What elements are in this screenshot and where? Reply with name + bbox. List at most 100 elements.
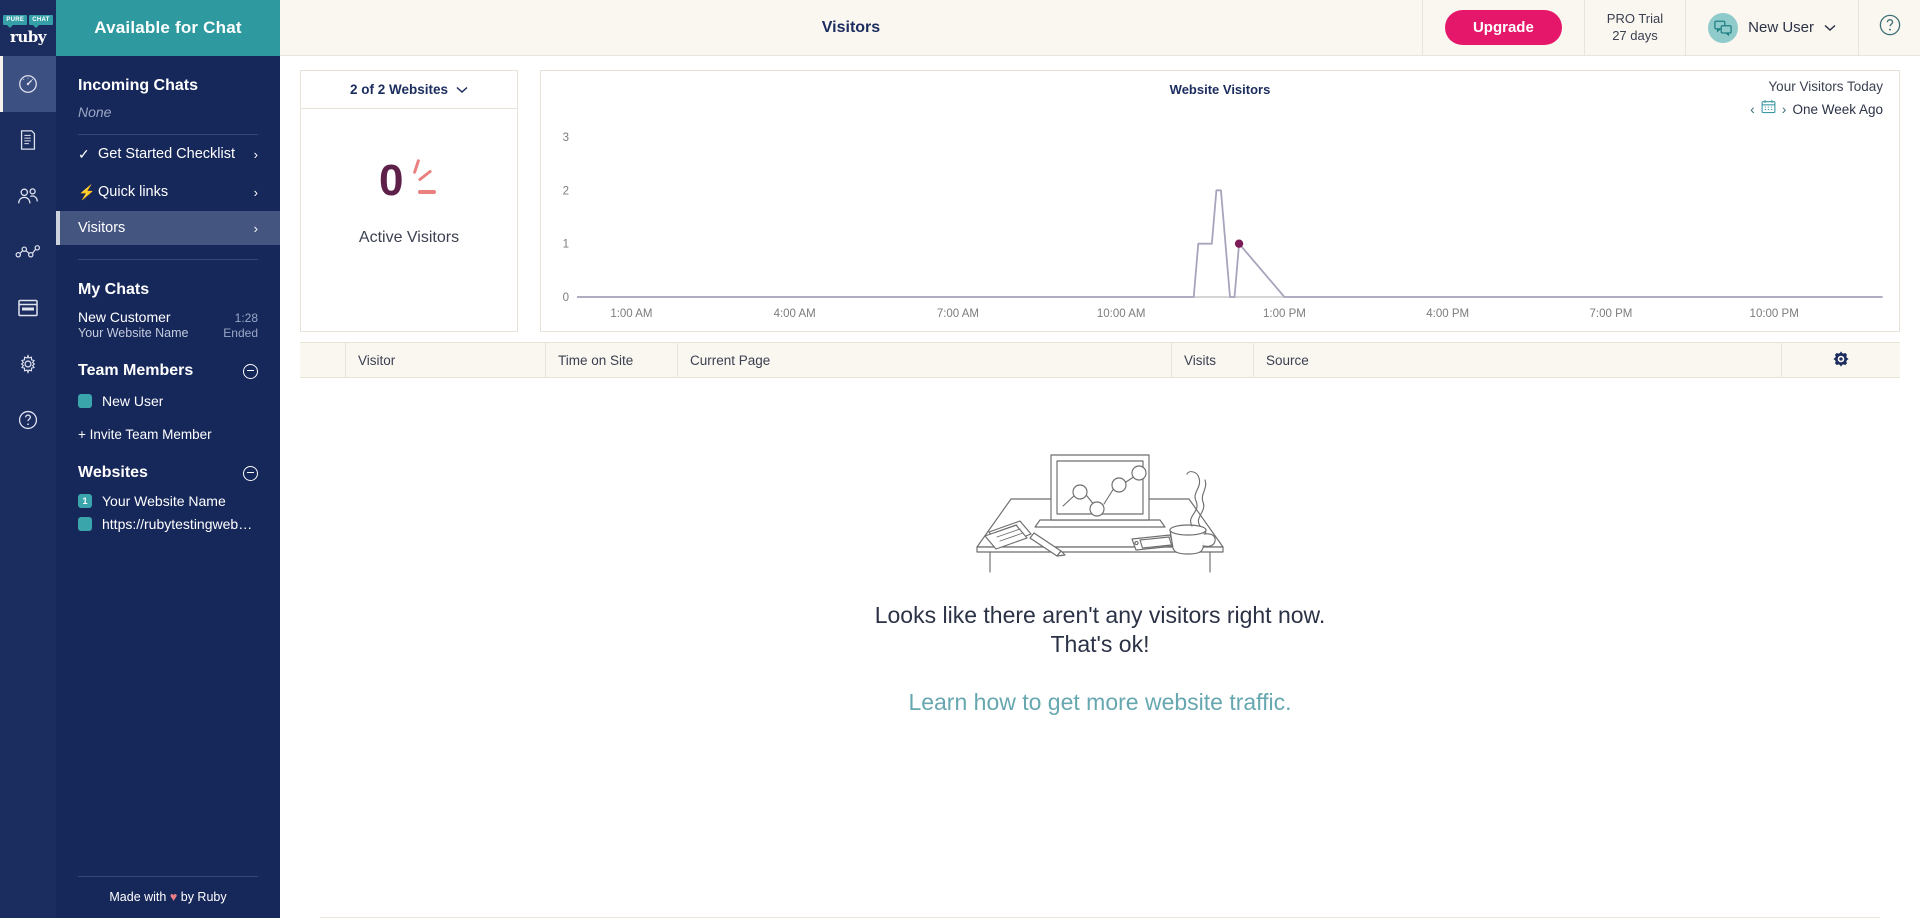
sidebar-footer-divider	[78, 876, 258, 877]
desk-with-laptop-illustration	[924, 416, 1276, 579]
x-axis-tick-label: 10:00 PM	[1750, 308, 1799, 320]
team-members-section-header: Team Members	[78, 362, 258, 380]
spark-line-1-icon	[412, 158, 421, 175]
rail-item-help[interactable]	[0, 392, 56, 448]
chat-list-item[interactable]: New Customer 1:28	[78, 309, 258, 325]
table-header-visitor[interactable]: Visitor	[346, 343, 546, 377]
documents-icon	[18, 129, 38, 151]
team-member-item[interactable]: New User	[78, 393, 258, 409]
chevron-down-icon	[456, 81, 468, 99]
help-button[interactable]	[1858, 0, 1920, 55]
chevron-right-icon: ›	[253, 220, 258, 236]
trial-status: PRO Trial 27 days	[1583, 0, 1685, 55]
sidebar-divider-2	[78, 259, 258, 260]
rail-item-widget[interactable]	[0, 280, 56, 336]
chat-meta: 1:28	[234, 311, 258, 325]
chat-name: Your Website Name	[78, 326, 189, 340]
chat-meta: Ended	[223, 326, 258, 340]
widget-icon	[17, 298, 39, 318]
bolt-icon: ⚡	[78, 183, 96, 200]
website-label: https://rubytestingwebsi...	[102, 516, 258, 532]
table-header-row: Visitor Time on Site Current Page Visits…	[300, 342, 1900, 378]
trial-plan-label: PRO Trial	[1606, 11, 1664, 27]
x-axis-tick-label: 4:00 PM	[1426, 308, 1469, 320]
chat-name: New Customer	[78, 309, 171, 325]
rail-item-settings[interactable]	[0, 336, 56, 392]
icon-rail: PURE CHAT ruby	[0, 0, 56, 918]
chevron-down-icon	[1824, 19, 1836, 37]
y-axis-tick-label: 1	[563, 239, 569, 251]
team-members-title: Team Members	[78, 362, 194, 379]
logo-badges: PURE CHAT	[3, 14, 53, 28]
table-header-visits[interactable]: Visits	[1172, 343, 1254, 377]
x-axis-tick-label: 1:00 AM	[610, 308, 652, 320]
table-header-spacer	[300, 343, 346, 377]
active-visitors-card: 2 of 2 Websites 0 Active Visitors	[300, 70, 518, 332]
visitors-line-chart[interactable]: 0 1 2 3 1:00 AM 4:00 AM 7:00 AM 10:00 AM 1:00 PM…	[541, 127, 1899, 331]
website-badge	[78, 517, 92, 531]
sidebar-item-label: Get Started Checklist	[98, 146, 235, 162]
sidebar-item-get-started-checklist[interactable]: ✓ Get Started Checklist ›	[78, 135, 258, 173]
date-range-label[interactable]: One Week Ago	[1792, 102, 1883, 117]
trial-days-label: 27 days	[1612, 27, 1658, 43]
visitors-table: Visitor Time on Site Current Page Visits…	[280, 332, 1920, 918]
x-axis-tick-label: 4:00 AM	[774, 308, 816, 320]
table-header-current-page[interactable]: Current Page	[678, 343, 1172, 377]
websites-section-header: Websites	[78, 464, 258, 482]
collapse-team-members-icon[interactable]	[243, 363, 258, 379]
chart-svg: 0 1 2 3 1:00 AM 4:00 AM 7:00 AM 10:00 AM 1:00 PM…	[563, 132, 1883, 320]
analytics-icon	[15, 243, 41, 261]
settings-gear-icon	[17, 353, 39, 375]
settings-gear-icon	[1832, 350, 1850, 371]
invite-team-member-link[interactable]: + Invite Team Member	[78, 427, 258, 442]
website-item[interactable]: 1 Your Website Name	[78, 493, 258, 509]
sidebar-item-quick-links[interactable]: ⚡ Quick links ›	[78, 173, 258, 211]
empty-state-line-1: Looks like there aren't any visitors rig…	[874, 602, 1326, 628]
chevron-right-icon: ›	[253, 184, 258, 200]
x-axis-tick-label: 7:00 PM	[1590, 308, 1633, 320]
app-logo[interactable]: PURE CHAT ruby	[0, 0, 56, 56]
sidebar-item-label: Visitors	[78, 220, 126, 236]
active-visitors-body: 0 Active Visitors	[301, 109, 517, 331]
sidebar-footer: Made with ♥ by Ruby	[56, 876, 280, 918]
rail-item-analytics[interactable]	[0, 224, 56, 280]
chart-date-controls: Your Visitors Today ‹ › One Week Ago	[1750, 79, 1883, 119]
learn-more-traffic-link[interactable]: Learn how to get more website traffic.	[908, 689, 1291, 716]
help-circle-icon	[1878, 13, 1902, 42]
y-axis-tick-label: 0	[563, 292, 569, 304]
empty-state: Looks like there aren't any visitors rig…	[300, 378, 1900, 889]
table-header-time-on-site[interactable]: Time on Site	[546, 343, 678, 377]
websites-title: Websites	[78, 464, 148, 481]
user-name-label: New User	[1748, 19, 1814, 36]
y-axis-tick-label: 3	[563, 132, 569, 144]
user-menu[interactable]: New User	[1685, 0, 1858, 55]
rail-item-contacts[interactable]	[0, 168, 56, 224]
rail-item-documents[interactable]	[0, 112, 56, 168]
help-circle-icon	[17, 409, 39, 431]
table-settings-button[interactable]	[1782, 343, 1900, 377]
sidebar-item-label: Quick links	[98, 184, 169, 200]
chat-list-item[interactable]: Your Website Name Ended	[78, 326, 258, 340]
logo-wordmark: ruby	[9, 27, 47, 46]
empty-state-line-2: That's ok!	[1050, 631, 1150, 658]
sidebar-scroll: Incoming Chats None ✓ Get Started Checkl…	[56, 56, 280, 876]
my-chats-title: My Chats	[78, 281, 150, 298]
sidebar: Available for Chat Incoming Chats None ✓…	[56, 0, 280, 918]
chart-line-series	[577, 189, 1883, 298]
website-item[interactable]: https://rubytestingwebsi...	[78, 516, 258, 532]
calendar-icon[interactable]	[1761, 99, 1776, 119]
contacts-icon	[16, 186, 40, 206]
website-visitors-chart-card: Website Visitors Your Visitors Today ‹ ›…	[540, 70, 1900, 332]
active-visitors-count-graphic: 0	[377, 159, 441, 215]
your-visitors-today-label: Your Visitors Today	[1768, 79, 1883, 94]
websites-filter-dropdown[interactable]: 2 of 2 Websites	[301, 71, 517, 109]
upgrade-button[interactable]: Upgrade	[1444, 10, 1562, 45]
rail-item-dashboard[interactable]	[0, 56, 56, 112]
next-date-arrow[interactable]: ›	[1782, 101, 1787, 117]
table-header-source[interactable]: Source	[1254, 343, 1782, 377]
collapse-websites-icon[interactable]	[243, 465, 258, 481]
prev-date-arrow[interactable]: ‹	[1750, 101, 1755, 117]
availability-status-button[interactable]: Available for Chat	[56, 0, 280, 56]
sidebar-item-visitors[interactable]: Visitors ›	[56, 211, 280, 245]
content-area: 2 of 2 Websites 0 Active Visitors Websit…	[280, 56, 1920, 918]
